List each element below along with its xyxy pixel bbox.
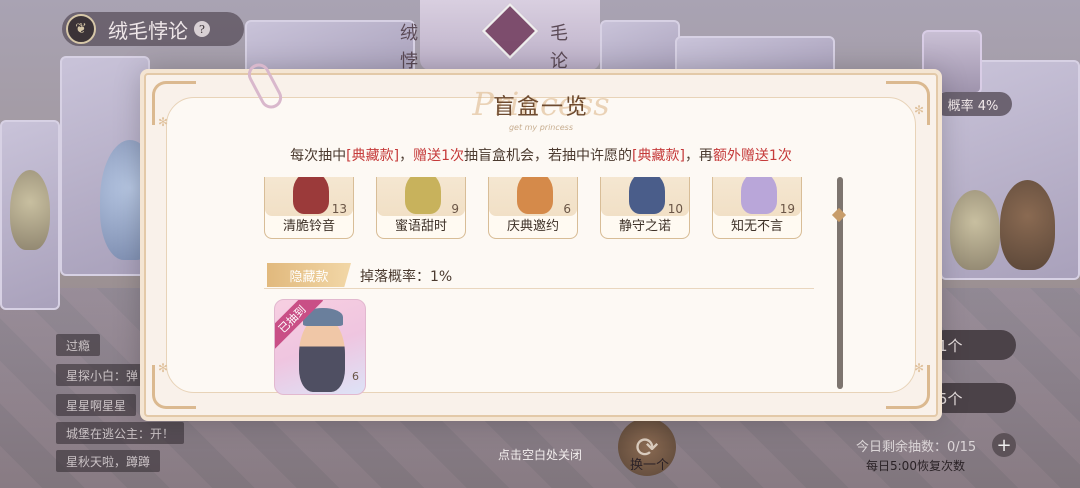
close-hint[interactable]: 点击空白处关闭 bbox=[0, 446, 1080, 463]
doll-count: 9 bbox=[451, 202, 459, 216]
doll-figure bbox=[299, 316, 345, 392]
doll-count: 6 bbox=[352, 370, 359, 383]
doll-count: 13 bbox=[331, 202, 347, 216]
draw-five-button[interactable]: 5个 bbox=[930, 383, 1016, 413]
doll-figure bbox=[517, 177, 553, 214]
bonus-rule-text: 每次抽中[典藏款]，赠送1次抽盲盒机会，若抽中许愿的[典藏款]，再额外赠送1次 bbox=[290, 148, 792, 164]
hidden-tier-tag: 隐藏款 bbox=[267, 263, 351, 287]
chat-message: 星探小白：弹 bbox=[56, 364, 149, 386]
bg-doll bbox=[950, 190, 1000, 270]
game-emblem-icon: ❦ bbox=[66, 14, 96, 44]
chat-message: 星星啊星星 bbox=[56, 394, 137, 416]
bg-box bbox=[600, 20, 680, 80]
doll-card[interactable]: 13 清脆铃音 bbox=[264, 177, 354, 239]
doll-name: 清脆铃音 bbox=[282, 219, 335, 234]
dialog-subtitle: get my princess bbox=[508, 123, 574, 132]
hidden-tier-header: 隐藏款 掉落概率：1% bbox=[264, 263, 814, 289]
doll-figure bbox=[405, 177, 441, 214]
doll-count: 10 bbox=[667, 202, 683, 216]
bg-box bbox=[245, 20, 415, 80]
doll-name: 静守之诺 bbox=[618, 219, 671, 234]
banner-right-chars: 毛 论 bbox=[550, 23, 568, 72]
doll-figure bbox=[629, 177, 665, 214]
doll-name: 蜜语甜时 bbox=[394, 219, 447, 234]
doll-name: 庆典邀约 bbox=[506, 219, 559, 234]
doll-card[interactable]: 10 静守之诺 bbox=[600, 177, 690, 239]
doll-card[interactable]: 9 蜜语甜时 bbox=[376, 177, 466, 239]
blind-box-overview-dialog: ✻ ✻ ✻ ✻ Princess 盲盒一览 get my princess 每次… bbox=[144, 73, 938, 417]
cube-icon bbox=[481, 2, 539, 60]
doll-name: 知无不言 bbox=[730, 219, 783, 234]
snowflake-icon: ✻ bbox=[913, 361, 924, 375]
bg-doll bbox=[1000, 180, 1055, 270]
doll-figure bbox=[293, 177, 329, 214]
doll-count: 6 bbox=[563, 202, 571, 216]
game-title-text: 绒毛悖论 bbox=[108, 18, 188, 43]
doll-count: 19 bbox=[779, 202, 795, 216]
divider bbox=[264, 288, 814, 289]
help-icon[interactable]: ? bbox=[194, 21, 210, 37]
hidden-tier-rate: 掉落概率：1% bbox=[360, 269, 453, 285]
hidden-doll-card[interactable]: 已抽到 6 bbox=[274, 299, 366, 395]
chat-message: 过瘾 bbox=[56, 334, 101, 356]
box-list-scroll[interactable]: 13 清脆铃音 9 蜜语甜时 6 庆典邀约 10 静守之诺 19 知无不言 隐藏… bbox=[264, 177, 824, 395]
draw-one-button[interactable]: 1个 bbox=[930, 330, 1016, 360]
game-title[interactable]: ❦ 绒毛悖论 ? bbox=[62, 12, 244, 46]
chat-message: 城堡在逃公主：开！ bbox=[56, 422, 185, 444]
doll-figure bbox=[741, 177, 777, 214]
snowflake-icon: ✻ bbox=[158, 361, 169, 375]
rate-badge: 概率 4% bbox=[934, 92, 1012, 116]
regular-card-row: 13 清脆铃音 9 蜜语甜时 6 庆典邀约 10 静守之诺 19 知无不言 bbox=[264, 177, 802, 239]
center-banner bbox=[420, 0, 600, 70]
banner-left-chars: 绒 悖 bbox=[400, 23, 418, 72]
doll-card[interactable]: 19 知无不言 bbox=[712, 177, 802, 239]
bg-doll bbox=[10, 170, 50, 250]
doll-card[interactable]: 6 庆典邀约 bbox=[488, 177, 578, 239]
